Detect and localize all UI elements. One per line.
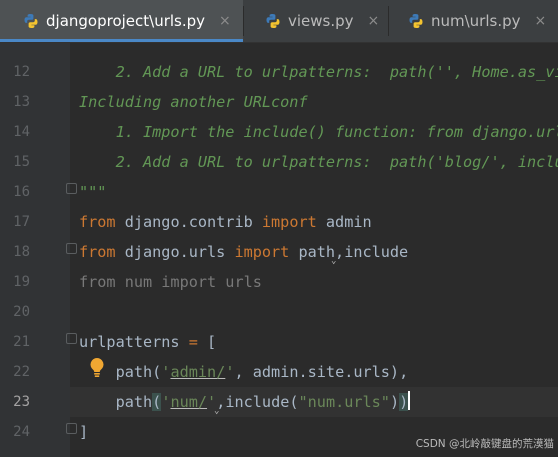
fold-marker-icon[interactable] [66,333,77,344]
watermark: CSDN @北岭敲键盘的荒漠猫 [415,438,554,450]
module: django.contrib [115,213,262,231]
python-file-icon [409,14,423,28]
function-call: include( [225,393,299,411]
fold-marker-icon[interactable] [66,183,77,194]
line-number: 20 [13,304,30,320]
line-number: 15 [13,154,30,170]
matched-paren: ( [152,393,162,411]
line-number: 21 [13,334,30,350]
keyword: import [261,213,317,231]
line-number: 18 [13,244,30,260]
line-number: 17 [13,214,30,230]
string-literal: admin/ [170,363,226,381]
tab-views[interactable]: views.py × [244,0,388,42]
close-icon[interactable]: × [368,13,380,29]
line-number: 13 [13,94,30,110]
code-line-19: from num import urls [79,273,262,291]
bracket: [ [197,333,217,351]
identifier: path,include [289,243,409,261]
python-file-icon [266,14,280,28]
fold-marker-icon[interactable] [66,243,77,254]
string-literal: num/ [170,393,208,411]
code-line-24: ] [79,423,89,441]
close-icon[interactable]: × [219,13,231,29]
line-number: 19 [13,274,30,290]
keyword: from [79,243,116,261]
matched-paren: ) [399,393,409,411]
close-icon[interactable]: × [535,13,547,29]
line-number: 24 [13,424,30,440]
code-line-16: """ [79,183,107,201]
keyword: from [79,213,116,231]
arguments: , admin.site.urls), [234,363,409,381]
warning-squiggle: ⌄ [331,256,337,266]
tab-djangoproject-urls[interactable]: djangoproject\urls.py × [0,0,243,42]
code-line-22: path('admin/', admin.site.urls), [79,357,409,387]
editor-tab-bar: djangoproject\urls.py × views.py × num\u… [0,0,558,43]
function-call: path( [115,363,162,381]
warning-squiggle: ⌄ [214,406,220,416]
line-number: 14 [13,124,30,140]
code-line-15: 2. Add a URL to urlpatterns: path('blog/… [79,153,558,171]
code-line-14: 1. Import the include() function: from d… [79,123,558,141]
line-number-gutter[interactable]: 12 13 14 15 16 17 18 19 20 21 22 23 24 [0,43,70,457]
function-call: path [115,393,153,411]
line-number: 22 [13,364,30,380]
line-number: 16 [13,184,30,200]
identifier: urlpatterns [79,333,189,351]
line-number-current: 23 [13,394,30,410]
code-line-13: Including another URLconf [79,93,308,111]
string-literal: "num.urls" [298,393,390,411]
operator: = [188,333,198,351]
code-line-18: from django.urls import path,include [79,237,408,267]
python-file-icon [24,14,38,28]
code-line-17: from django.contrib import admin [79,207,372,237]
tab-num-urls[interactable]: num\urls.py × [389,0,558,42]
tab-label: num\urls.py [431,12,521,30]
line-number: 12 [13,64,30,80]
module: django.urls [115,243,235,261]
identifier: admin [316,213,372,231]
code-line-21: urlpatterns = [ [79,327,216,357]
tab-label: views.py [288,12,354,30]
text-caret [408,391,411,410]
code-line-12: 2. Add a URL to urlpatterns: path('', Ho… [79,63,558,81]
keyword: import [234,243,290,261]
paren: ) [389,393,400,411]
fold-marker-icon[interactable] [66,423,77,434]
tab-label: djangoproject\urls.py [46,12,206,30]
code-line-23: path('num/',include("num.urls")) [79,387,411,417]
